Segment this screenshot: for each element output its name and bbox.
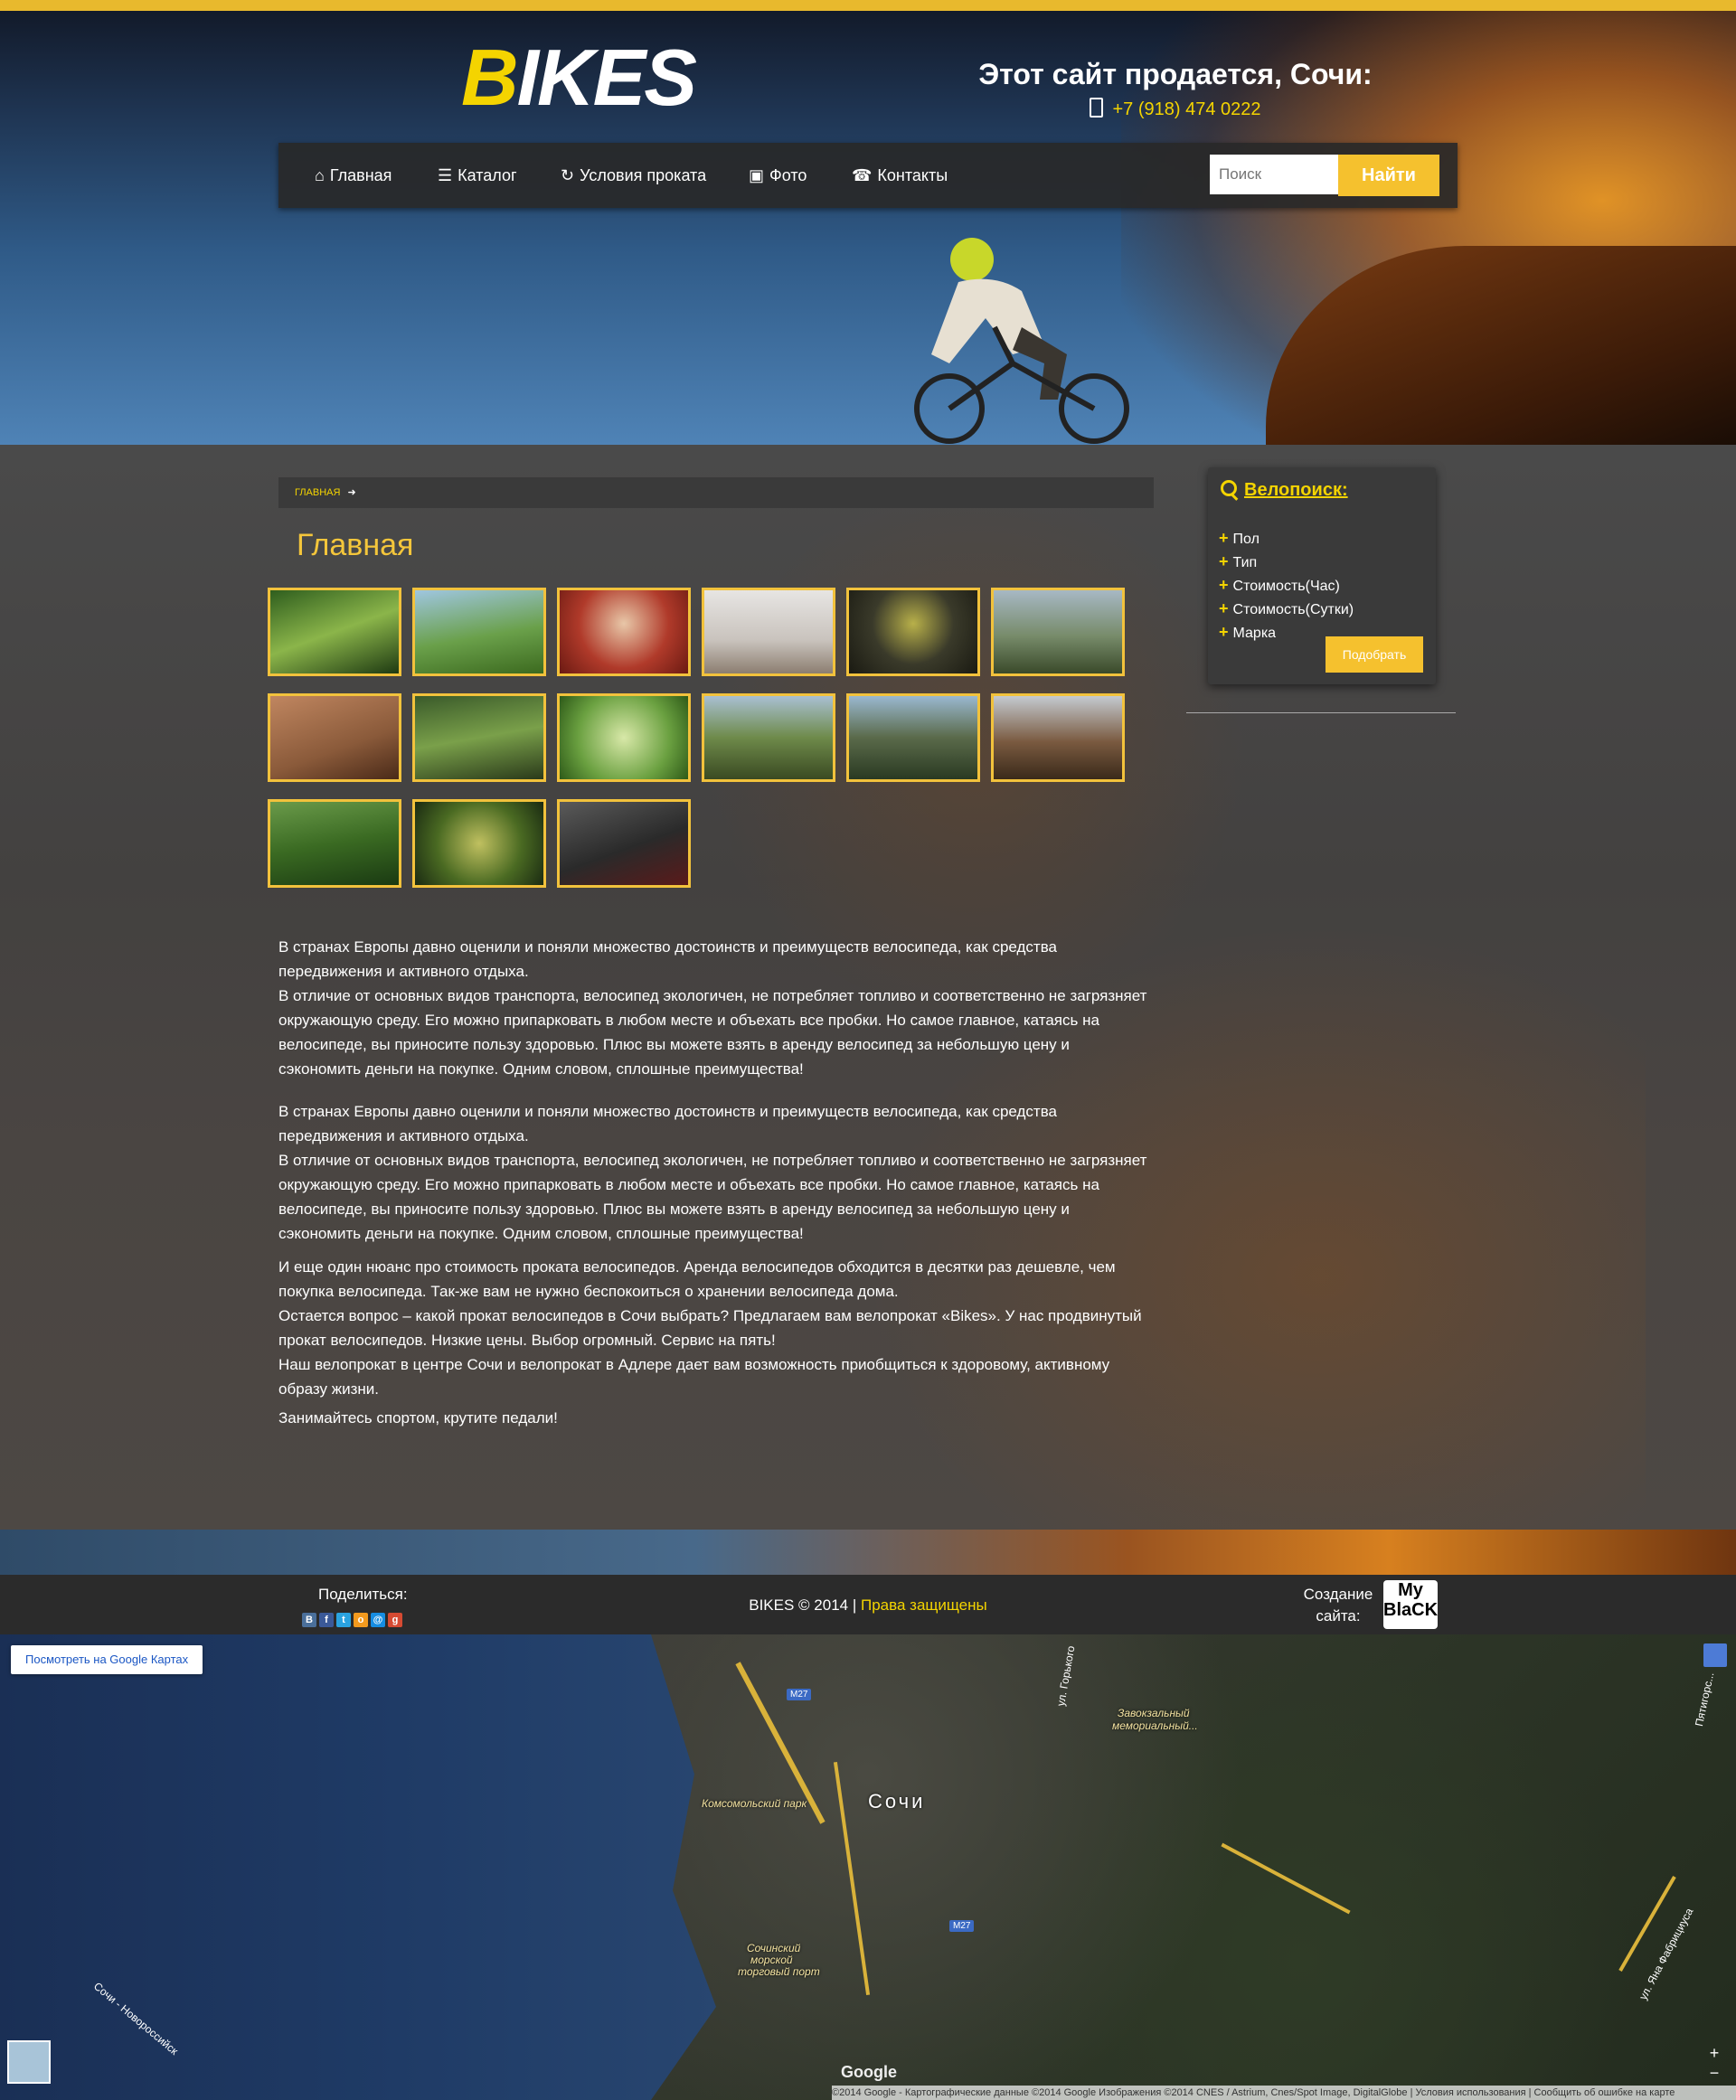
map-sea <box>0 1634 723 2100</box>
map-label-port-3: торговый порт <box>738 1965 820 1978</box>
refresh-icon: ↻ <box>561 166 575 184</box>
picture-icon: ▣ <box>749 166 765 184</box>
street-view-pegman-icon[interactable] <box>1703 1643 1727 1667</box>
zoom-in-icon[interactable]: + <box>1703 2044 1725 2064</box>
zoom-out-icon[interactable]: − <box>1703 2064 1725 2084</box>
nav-item-contacts[interactable]: ☎ Контакты <box>852 143 948 208</box>
breadcrumb: ГЛАВНАЯ ➜ <box>278 477 1154 508</box>
gallery-thumb[interactable] <box>846 588 980 676</box>
gallery-thumb[interactable] <box>702 588 835 676</box>
footer: Поделиться: Bf t o @ g BIKES © 2014 | Права … <box>0 1575 1736 1634</box>
map-type-toggle[interactable] <box>7 2040 51 2084</box>
filter-price-hour[interactable]: + Стоимость(Час) <box>1219 574 1354 598</box>
vk-icon[interactable]: B <box>302 1613 316 1627</box>
nav-item-photo[interactable]: ▣ Фото <box>749 143 807 208</box>
search-icon <box>1221 480 1237 496</box>
gallery-thumb[interactable] <box>991 693 1125 782</box>
copyright: BIKES © 2014 | Права защищены <box>749 1596 987 1614</box>
nav-item-home[interactable]: ⌂ Главная <box>315 143 392 208</box>
plus-icon: + <box>1219 599 1229 617</box>
map-city-label: Сочи <box>868 1790 926 1813</box>
bike-search-title[interactable]: Велопоиск: <box>1221 480 1348 501</box>
map-label-park: Комсомольский парк <box>702 1797 807 1810</box>
search-button[interactable]: Найти <box>1338 155 1439 196</box>
list-icon: ☰ <box>438 166 453 184</box>
m27-badge: M27 <box>787 1689 812 1700</box>
site-logo[interactable]: BIKES <box>461 38 697 118</box>
main-navigation: ⌂ Главная ☰ Каталог ↻ Условия проката ▣ Фото… <box>278 143 1458 208</box>
breadcrumb-home-link[interactable]: ГЛАВНАЯ <box>295 487 340 498</box>
plus-icon: + <box>1219 576 1229 594</box>
gallery-thumb[interactable] <box>846 693 980 782</box>
m27-badge: M27 <box>949 1920 975 1932</box>
gallery-thumb[interactable] <box>991 588 1125 676</box>
gallery-thumb[interactable] <box>412 693 546 782</box>
top-accent-line <box>0 0 1736 11</box>
facebook-icon[interactable]: f <box>319 1613 334 1627</box>
closing-text: Занимайтесь спортом, крутите педали! <box>278 1409 558 1427</box>
phone-number: +7 (918) 474 0222 <box>913 98 1438 120</box>
text-paragraph-1: В странах Европы давно оценили и поняли … <box>278 938 1147 1078</box>
filter-gender[interactable]: + Пол <box>1219 527 1354 551</box>
twitter-icon[interactable]: t <box>336 1613 351 1627</box>
nav-item-catalog[interactable]: ☰ Каталог <box>438 143 517 208</box>
google-map[interactable]: Посмотреть на Google Картах Сочи Комсомо… <box>0 1634 1736 2100</box>
rights-link[interactable]: Права защищены <box>861 1596 987 1614</box>
plus-icon: + <box>1219 529 1229 547</box>
footer-banner <box>0 1530 1736 1575</box>
mailru-icon[interactable]: @ <box>371 1613 385 1627</box>
open-google-maps-button[interactable]: Посмотреть на Google Картах <box>11 1645 203 1674</box>
gallery-thumb[interactable] <box>268 693 401 782</box>
site-creator-label: Создание сайта: <box>1303 1586 1373 1624</box>
gallery-thumb[interactable] <box>702 693 835 782</box>
pick-bike-button[interactable]: Подобрать <box>1326 636 1423 673</box>
page-title: Главная <box>297 528 414 562</box>
map-credits: ©2014 Google - Картографические данные ©… <box>832 2086 1736 2100</box>
text-paragraph-2: В странах Европы давно оценили и поняли … <box>278 1103 1147 1242</box>
filter-list: + Пол + Тип + Стоимость(Час) + Стоимость(Сут… <box>1219 527 1354 645</box>
main-content: ГЛАВНАЯ ➜ Главная В странах Европы давно … <box>0 445 1736 1530</box>
gallery-thumb[interactable] <box>268 799 401 888</box>
sale-title: Этот сайт продается, Сочи: <box>978 58 1373 90</box>
home-icon: ⌂ <box>315 166 325 184</box>
gallery-thumb[interactable] <box>268 588 401 676</box>
search-input[interactable] <box>1210 155 1351 194</box>
map-land <box>651 1634 1736 2100</box>
text-paragraph-3: И еще один нюанс про стоимость проката в… <box>278 1258 1142 1398</box>
gallery-thumb[interactable] <box>557 799 691 888</box>
creator-logo[interactable]: My BlaCK <box>1383 1580 1438 1629</box>
map-label-port-2: морской <box>750 1954 793 1966</box>
map-label-port-1: Сочинский <box>747 1942 801 1954</box>
mobile-phone-icon <box>1090 98 1104 118</box>
bike-search-widget: Велопоиск: + Пол + Тип + Стоимость(Час) + Ст… <box>1208 467 1436 684</box>
map-label-memorial-2: мемориальный... <box>1112 1719 1198 1732</box>
gallery-thumb[interactable] <box>557 588 691 676</box>
filter-price-day[interactable]: + Стоимость(Сутки) <box>1219 598 1354 621</box>
cyclist-image <box>914 238 1129 444</box>
gallery-thumb[interactable] <box>412 799 546 888</box>
google-logo: Google <box>841 2063 897 2081</box>
gallery-thumb[interactable] <box>557 693 691 782</box>
sidebar-divider <box>1186 712 1456 713</box>
plus-icon: + <box>1219 623 1229 641</box>
plus-icon: + <box>1219 552 1229 570</box>
odnoklassniki-icon[interactable]: o <box>354 1613 368 1627</box>
hero-banner: BIKES Этот сайт продается, Сочи: +7 (918… <box>0 11 1736 445</box>
filter-type[interactable]: + Тип <box>1219 551 1354 574</box>
phone-icon: ☎ <box>852 166 873 184</box>
gallery-thumb[interactable] <box>412 588 546 676</box>
googleplus-icon[interactable]: g <box>388 1613 402 1627</box>
arrow-right-icon: ➜ <box>347 487 356 498</box>
map-label-memorial: Завокзальный <box>1118 1707 1190 1719</box>
nav-item-rental-terms[interactable]: ↻ Условия проката <box>561 143 706 208</box>
